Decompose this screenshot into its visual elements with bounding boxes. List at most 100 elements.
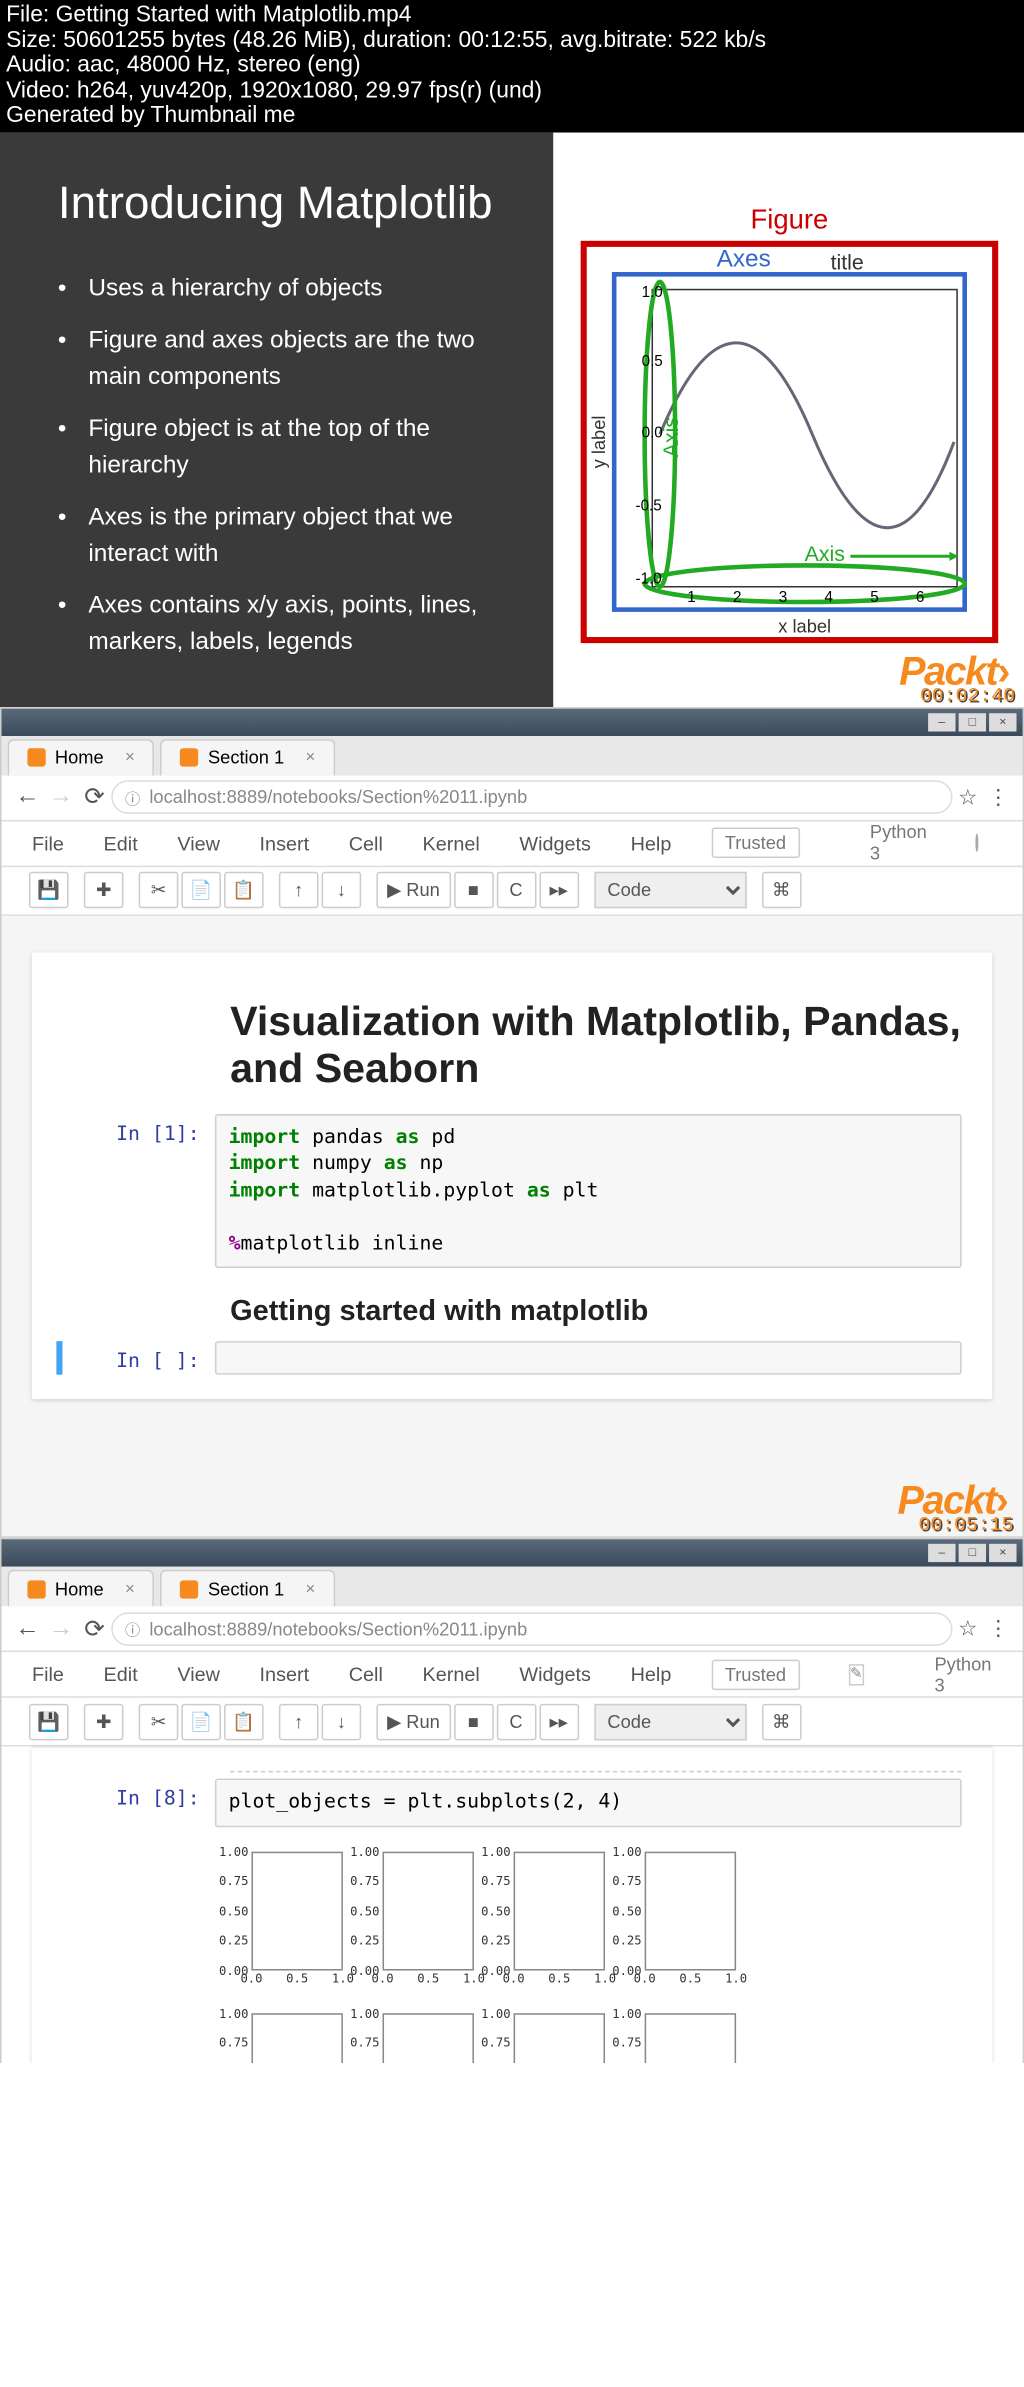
code-input[interactable]: import pandas as pd import numpy as np i…: [215, 1113, 962, 1268]
tab-close-icon[interactable]: ×: [306, 748, 316, 766]
window-max-icon[interactable]: □: [959, 712, 986, 730]
stop-button[interactable]: ■: [454, 872, 494, 909]
run-button[interactable]: ▶ Run: [376, 1703, 450, 1740]
restart-button[interactable]: C: [496, 1703, 536, 1740]
trusted-badge[interactable]: Trusted: [711, 828, 800, 858]
subplot-axes: 1.000.750.500.250.000.00.51.0: [346, 2004, 477, 2064]
bookmark-icon[interactable]: ☆: [953, 1616, 983, 1642]
slide-title: Introducing Matplotlib: [58, 178, 508, 228]
stop-button[interactable]: ■: [454, 1703, 494, 1740]
kernel-name[interactable]: Python 3: [870, 821, 927, 864]
code-cell[interactable]: In [8]: plot_objects = plt.subplots(2, 4…: [62, 1779, 961, 1827]
menu-kernel[interactable]: Kernel: [423, 1663, 480, 1686]
add-cell-button[interactable]: ✚: [84, 872, 124, 909]
save-button[interactable]: 💾: [29, 1703, 69, 1740]
add-cell-button[interactable]: ✚: [84, 1703, 124, 1740]
back-button[interactable]: ←: [11, 783, 45, 810]
kernel-indicator-icon: [976, 834, 979, 852]
restart-button[interactable]: C: [496, 872, 536, 909]
svg-text:-1.0: -1.0: [635, 571, 661, 588]
tab-home[interactable]: Home×: [8, 1570, 155, 1607]
tab-label: Home: [55, 747, 104, 768]
menu-view[interactable]: View: [177, 831, 220, 854]
restart-run-all-button[interactable]: ▸▸: [539, 1703, 579, 1740]
forward-button[interactable]: →: [44, 783, 78, 810]
menu-edit[interactable]: Edit: [104, 831, 138, 854]
window-titlebar: – □ ×: [2, 708, 1023, 735]
cell-type-select[interactable]: Code: [594, 872, 746, 909]
paste-button[interactable]: 📋: [224, 872, 264, 909]
code-cell-active[interactable]: In [ ]:: [56, 1341, 961, 1375]
info-icon: ⓘ: [125, 786, 140, 809]
menu-help[interactable]: Help: [631, 1663, 672, 1686]
menu-icon[interactable]: ⋮: [983, 784, 1013, 810]
paste-button[interactable]: 📋: [224, 1703, 264, 1740]
menu-widgets[interactable]: Widgets: [519, 1663, 591, 1686]
tab-close-icon[interactable]: ×: [125, 748, 135, 766]
cut-button[interactable]: ✂: [139, 872, 179, 909]
copy-button[interactable]: 📄: [181, 1703, 221, 1740]
slide-diagram-panel: Figure Axes title Axis Axis x label y la…: [553, 132, 1024, 707]
cell-type-select[interactable]: Code: [594, 1703, 746, 1740]
window-min-icon[interactable]: –: [928, 712, 955, 730]
address-bar[interactable]: ⓘ localhost:8889/notebooks/Section%2011.i…: [111, 780, 952, 814]
save-button[interactable]: 💾: [29, 872, 69, 909]
reload-button[interactable]: ⟳: [78, 1614, 112, 1644]
copy-button[interactable]: 📄: [181, 872, 221, 909]
subplot-axes: 1.000.750.500.250.000.00.51.0: [215, 1842, 346, 2004]
move-up-button[interactable]: ↑: [279, 1703, 319, 1740]
cell-prompt: In [ ]:: [62, 1341, 214, 1375]
tab-close-icon[interactable]: ×: [125, 1580, 135, 1598]
restart-run-all-button[interactable]: ▸▸: [539, 872, 579, 909]
subplot-axes: 1.000.750.500.250.000.00.51.0: [346, 1842, 477, 2004]
code-input[interactable]: [215, 1341, 962, 1375]
kernel-name[interactable]: Python 3: [934, 1653, 991, 1696]
svg-text:-0.5: -0.5: [635, 498, 661, 515]
menu-widgets[interactable]: Widgets: [519, 831, 591, 854]
svg-text:Axis: Axis: [804, 542, 844, 566]
edit-icon[interactable]: ✎: [849, 1664, 865, 1685]
svg-text:0.5: 0.5: [641, 353, 662, 370]
back-button[interactable]: ←: [11, 1615, 45, 1642]
menu-file[interactable]: File: [32, 1663, 64, 1686]
menu-kernel[interactable]: Kernel: [423, 831, 480, 854]
menu-edit[interactable]: Edit: [104, 1663, 138, 1686]
cut-button[interactable]: ✂: [139, 1703, 179, 1740]
window-close-icon[interactable]: ×: [989, 712, 1016, 730]
browser-navbar: ←→⟳ ⓘlocalhost:8889/notebooks/Section%20…: [2, 1607, 1023, 1653]
tab-section1[interactable]: Section 1×: [161, 1570, 335, 1607]
menu-cell[interactable]: Cell: [349, 831, 383, 854]
menu-view[interactable]: View: [177, 1663, 220, 1686]
move-up-button[interactable]: ↑: [279, 872, 319, 909]
code-input[interactable]: plot_objects = plt.subplots(2, 4): [215, 1779, 962, 1827]
url-text: localhost:8889/notebooks/Section%2011.ip…: [149, 786, 527, 807]
menu-insert[interactable]: Insert: [260, 831, 310, 854]
address-bar[interactable]: ⓘlocalhost:8889/notebooks/Section%2011.i…: [111, 1612, 952, 1646]
reload-button[interactable]: ⟳: [78, 782, 112, 812]
run-button[interactable]: ▶ Run: [376, 872, 450, 909]
command-palette-button[interactable]: ⌘: [761, 1703, 801, 1740]
tab-close-icon[interactable]: ×: [306, 1580, 316, 1598]
svg-text:1.0: 1.0: [641, 284, 662, 301]
menu-insert[interactable]: Insert: [260, 1663, 310, 1686]
command-palette-button[interactable]: ⌘: [761, 872, 801, 909]
menu-help[interactable]: Help: [631, 831, 672, 854]
bookmark-icon[interactable]: ☆: [953, 784, 983, 810]
timestamp: 00:05:15: [918, 1514, 1013, 1537]
meta-size: Size: 50601255 bytes (48.26 MiB), durati…: [6, 28, 1018, 53]
window-close-icon[interactable]: ×: [989, 1544, 1016, 1562]
menu-icon[interactable]: ⋮: [983, 1616, 1013, 1642]
info-icon: ⓘ: [125, 1617, 140, 1640]
menu-cell[interactable]: Cell: [349, 1663, 383, 1686]
move-down-button[interactable]: ↓: [322, 872, 362, 909]
trusted-badge[interactable]: Trusted: [711, 1659, 800, 1689]
window-min-icon[interactable]: –: [928, 1544, 955, 1562]
tab-home[interactable]: Home ×: [8, 738, 155, 775]
bullet: Uses a hierarchy of objects: [58, 271, 508, 308]
forward-button[interactable]: →: [44, 1615, 78, 1642]
code-cell[interactable]: In [1]: import pandas as pd import numpy…: [62, 1113, 961, 1268]
move-down-button[interactable]: ↓: [322, 1703, 362, 1740]
tab-section1[interactable]: Section 1×: [161, 738, 335, 775]
menu-file[interactable]: File: [32, 831, 64, 854]
window-max-icon[interactable]: □: [959, 1544, 986, 1562]
